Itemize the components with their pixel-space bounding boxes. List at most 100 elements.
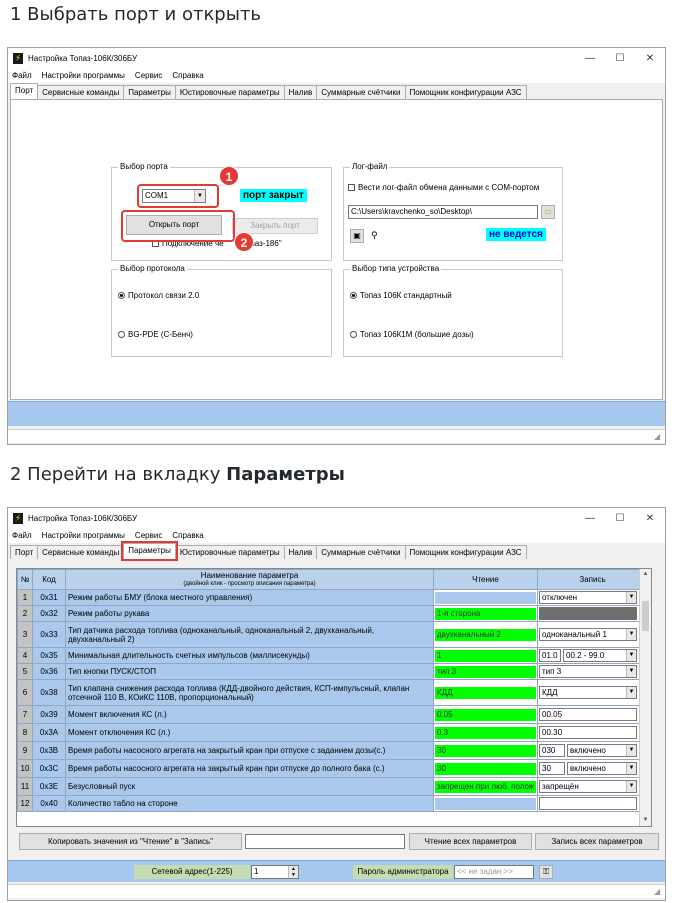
table-row[interactable]: 7 0x39 Момент включения КС (л.) 0.05 00.05 — [17, 705, 648, 724]
admin-password-input[interactable]: << не задан >> — [454, 865, 534, 879]
menu-file[interactable]: Файл — [12, 531, 32, 540]
binoculars-icon[interactable]: ⚲ — [371, 230, 378, 241]
write-combo[interactable]: включено ▼ — [567, 744, 637, 757]
row-name[interactable]: Количество табло на стороне — [65, 795, 434, 812]
table-row[interactable]: 4 0x35 Минимальная длительность счетных им… — [17, 647, 648, 664]
resize-grip-icon[interactable]: ◢ — [654, 888, 662, 896]
row-num: 12 — [17, 795, 33, 812]
table-row[interactable]: 9 0x3B Время работы насосного агрегата на … — [17, 741, 648, 760]
resize-grip-icon[interactable]: ◢ — [654, 433, 662, 441]
close-button[interactable]: ✕ — [635, 53, 665, 64]
minimize-button[interactable]: — — [575, 53, 605, 64]
menu-settings[interactable]: Настройки программы — [42, 531, 125, 540]
close-button[interactable]: ✕ — [635, 513, 665, 524]
table-row[interactable]: 12 0x40 Количество табло на стороне — [17, 795, 648, 812]
write-input[interactable]: 30 — [539, 762, 565, 775]
row-name[interactable]: Тип кнопки ПУСК/СТОП — [65, 663, 434, 680]
tab-adjustment[interactable]: Юстировочные параметры — [174, 85, 285, 99]
write-combo[interactable]: КДД ▼ — [539, 686, 637, 699]
write-input[interactable]: 00.30 — [539, 726, 637, 739]
minimize-button[interactable]: — — [575, 513, 605, 524]
view-log-icon[interactable]: ▣ — [350, 229, 364, 243]
row-name[interactable]: Тип клапана снижения расхода топлива (КД… — [65, 679, 434, 706]
login-key-icon[interactable]: ⚿ — [539, 865, 553, 879]
grid-scrollbar[interactable]: ▲ ▼ — [639, 569, 651, 826]
menu-service[interactable]: Сервис — [135, 71, 162, 80]
write-combo[interactable]: 00.2 - 99.0 ▼ — [563, 649, 637, 662]
write-combo[interactable]: одноканальный 1 ▼ — [539, 628, 637, 641]
row-write: КДД ▼ — [537, 679, 648, 706]
table-row[interactable]: 3 0x33 Тип датчика расхода топлива (однока… — [17, 621, 648, 648]
row-write: тип 3 ▼ — [537, 663, 648, 680]
tab-totals[interactable]: Суммарные счётчики — [316, 85, 406, 99]
row-name[interactable]: Безусловный пуск — [65, 777, 434, 796]
tab-parameters[interactable]: Параметры — [123, 85, 176, 99]
tab-totals[interactable]: Суммарные счётчики — [316, 545, 406, 559]
row-name[interactable]: Режим работы рукава — [65, 605, 434, 622]
table-row[interactable]: 2 0x32 Режим работы рукава 1-я сторона — [17, 605, 648, 622]
tab-port[interactable]: Порт — [10, 545, 39, 559]
menu-help[interactable]: Справка — [172, 71, 203, 80]
read-all-button[interactable]: Чтение всех параметров — [409, 833, 532, 850]
window-title: Настройка Топаз-106К/306БУ — [28, 53, 138, 63]
write-combo[interactable]: отключен ▼ — [539, 591, 637, 604]
tab-service-commands[interactable]: Сервисные команды — [37, 545, 125, 559]
tab-filling[interactable]: Налив — [283, 545, 318, 559]
row-name[interactable]: Время работы насосного агрегата на закры… — [65, 741, 434, 760]
write-combo[interactable]: включено ▼ — [567, 762, 637, 775]
write-input[interactable]: 030 — [539, 744, 565, 757]
protocol-option-bg-pde[interactable]: BG-PDE (С-Бенч) — [118, 330, 193, 339]
menu-help[interactable]: Справка — [172, 531, 203, 540]
row-name[interactable]: Момент включения КС (л.) — [65, 705, 434, 724]
tab-filling[interactable]: Налив — [283, 85, 318, 99]
titlebar: ⚡ Настройка Топаз-106К/306БУ — ☐ ✕ — [8, 508, 665, 528]
write-combo[interactable]: тип 3 ▼ — [539, 665, 637, 678]
tab-config-helper[interactable]: Помощник конфигурации АЗС — [404, 85, 527, 99]
tab-config-helper[interactable]: Помощник конфигурации АЗС — [404, 545, 527, 559]
row-name[interactable]: Режим работы БМУ (блока местного управле… — [65, 589, 434, 606]
protocol-option-2-0[interactable]: Протокол связи 2.0 — [118, 291, 199, 300]
network-address-input[interactable]: 1 ▲ ▼ — [251, 865, 299, 879]
row-name[interactable]: Момент отключения КС (л.) — [65, 723, 434, 742]
table-row[interactable]: 1 0x31 Режим работы БМУ (блока местного уп… — [17, 589, 648, 606]
write-input[interactable] — [539, 797, 637, 810]
folder-open-icon[interactable]: ▭ — [541, 205, 555, 219]
scroll-up-icon[interactable]: ▲ — [640, 569, 651, 580]
table-row[interactable]: 11 0x3E Безусловный пуск запрещен при люб. … — [17, 777, 648, 796]
row-name[interactable]: Тип датчика расхода топлива (одноканальн… — [65, 621, 434, 648]
device-option-large-doses[interactable]: Топаз 106К1М (большие дозы) — [350, 330, 474, 339]
menu-service[interactable]: Сервис — [135, 531, 162, 540]
write-all-button[interactable]: Запись всех параметров — [535, 833, 659, 850]
menu-settings[interactable]: Настройки программы — [42, 71, 125, 80]
col-header-name: Наименование параметра (двойной клик - пр… — [65, 569, 434, 590]
tab-parameters[interactable]: Параметры — [121, 541, 178, 561]
scroll-down-icon[interactable]: ▼ — [640, 815, 651, 826]
write-input[interactable] — [539, 607, 637, 620]
table-row[interactable]: 8 0x3A Момент отключения КС (л.) 0.3 00.30 — [17, 723, 648, 742]
row-name[interactable]: Минимальная длительность счетных импульс… — [65, 647, 434, 664]
write-combo[interactable]: запрещён ▼ — [539, 780, 637, 793]
tab-port[interactable]: Порт — [10, 83, 39, 99]
write-input[interactable]: 00.05 — [539, 708, 637, 721]
row-code: 0x32 — [32, 605, 66, 622]
scroll-thumb[interactable] — [642, 601, 649, 631]
table-row[interactable]: 6 0x38 Тип клапана снижения расхода топлив… — [17, 679, 648, 706]
tab-service-commands[interactable]: Сервисные команды — [37, 85, 125, 99]
device-option-standard[interactable]: Топаз 106К стандартный — [350, 291, 452, 300]
write-input[interactable]: 01.0 — [539, 649, 561, 662]
copy-read-to-write-button[interactable]: Копировать значения из "Чтение" в "Запис… — [19, 833, 242, 850]
row-name[interactable]: Время работы насосного агрегата на закры… — [65, 759, 434, 778]
callout-port-combo — [137, 184, 219, 208]
spinner-icon[interactable]: ▲ ▼ — [288, 866, 298, 878]
row-read — [433, 589, 538, 606]
tab-adjustment[interactable]: Юстировочные параметры — [174, 545, 285, 559]
copy-status-field[interactable] — [245, 834, 405, 849]
log-path-input[interactable]: C:\Users\kravchenko_so\Desktop\ — [348, 205, 538, 219]
table-row[interactable]: 5 0x36 Тип кнопки ПУСК/СТОП тип 3 тип 3 ▼ — [17, 663, 648, 680]
menu-file[interactable]: Файл — [12, 71, 32, 80]
maximize-button[interactable]: ☐ — [605, 513, 635, 524]
maximize-button[interactable]: ☐ — [605, 53, 635, 64]
table-row[interactable]: 10 0x3C Время работы насосного агрегата на… — [17, 759, 648, 778]
log-checkbox[interactable]: Вести лог-файл обмена данными с COM-порт… — [348, 183, 539, 192]
app-lightning-icon: ⚡ — [13, 512, 23, 524]
